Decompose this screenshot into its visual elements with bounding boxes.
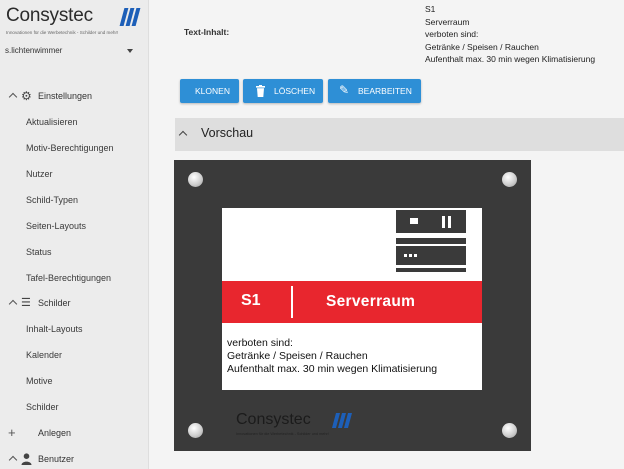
pencil-icon: ✎ <box>339 83 350 97</box>
text-content-line: Serverraum <box>425 16 470 27</box>
sign-logo-bars-icon <box>331 413 352 428</box>
chevron-up-icon <box>178 130 188 140</box>
chevron-up-icon <box>8 455 18 465</box>
delete-button[interactable]: LÖSCHEN <box>243 79 323 103</box>
nav-item-status[interactable]: Status <box>0 244 148 262</box>
sign-panel: S1 Serverraum verboten sind: Getränke / … <box>222 208 482 390</box>
chevron-up-icon <box>8 92 18 102</box>
preview-title: Vorschau <box>201 126 254 140</box>
sign-preview: S1 Serverraum verboten sind: Getränke / … <box>174 160 531 451</box>
nav-item-label: Status <box>26 247 52 257</box>
sign-logo: Consystec Innovationen für die Werbetech… <box>236 411 356 439</box>
text-content-line: verboten sind: <box>425 29 479 39</box>
screw-icon <box>188 423 203 438</box>
caret-down-icon <box>127 49 133 53</box>
nav-item-label: Inhalt-Layouts <box>26 324 83 334</box>
nav-item-label: Schild-Typen <box>26 195 79 205</box>
nav-item-tafel-berechtigungen[interactable]: Tafel-Berechtigungen <box>0 270 148 288</box>
nav-item-seiten-layouts[interactable]: Seiten-Layouts <box>0 218 148 236</box>
screw-icon <box>188 172 203 187</box>
nav-group-label: Einstellungen <box>38 91 93 101</box>
plus-icon: + <box>8 425 16 440</box>
sign-divider <box>291 286 293 318</box>
sign-room-name: Serverraum <box>326 293 416 310</box>
sign-logo-tagline: Innovationen für die Werbetechnik - Schi… <box>236 432 329 436</box>
brand-name: Consystec <box>6 5 93 26</box>
delete-button-label: LÖSCHEN <box>274 86 316 96</box>
text-content-line: Aufenthalt max. 30 min wegen Klimatisier… <box>425 54 596 64</box>
nav-item-label: Aktualisieren <box>26 117 78 127</box>
nav-group-benutzer[interactable]: Benutzer <box>0 451 148 469</box>
screw-icon <box>502 172 517 187</box>
person-icon <box>21 453 32 465</box>
sign-room-code: S1 <box>241 292 261 309</box>
sign-title-band: S1 Serverraum <box>222 281 482 323</box>
list-icon: ☰ <box>21 297 31 309</box>
sign-body-line: Aufenthalt max. 30 min wegen Klimatisier… <box>227 363 438 375</box>
nav-group-label: Schilder <box>38 298 71 308</box>
clone-button-label: KLONEN <box>195 86 230 96</box>
main-content: Text-Inhalt: S1 Serverraum verboten sind… <box>149 0 624 469</box>
chevron-up-icon <box>8 299 18 309</box>
nav-group-einstellungen[interactable]: ⚙ Einstellungen <box>0 88 148 106</box>
text-content-value: S1 Serverraum verboten sind: Getränke / … <box>425 3 595 66</box>
nav-group-anlegen[interactable]: + Anlegen <box>0 425 148 443</box>
sign-body-line: verboten sind: <box>227 337 293 349</box>
nav-item-label: Motiv-Berechtigungen <box>26 143 114 153</box>
nav-item-label: Motive <box>26 376 53 386</box>
edit-button-label: BEARBEITEN <box>358 86 412 96</box>
nav-group-label: Benutzer <box>38 454 75 464</box>
nav-group-label: Anlegen <box>38 428 72 438</box>
brand-tagline: Innovationen für die Werbetechnik - Schi… <box>6 30 119 35</box>
sign-body-line: Getränke / Speisen / Rauchen <box>227 350 368 362</box>
screw-icon <box>502 423 517 438</box>
clone-button[interactable]: KLONEN <box>180 79 239 103</box>
nav-item-label: Seiten-Layouts <box>26 221 87 231</box>
server-icon <box>396 210 466 272</box>
preview-header[interactable]: Vorschau <box>175 118 624 151</box>
gear-icon: ⚙ <box>21 89 32 103</box>
sign-body-text: verboten sind: Getränke / Speisen / Rauc… <box>227 337 481 376</box>
nav-item-label: Nutzer <box>26 169 53 179</box>
sidebar: Consystec Innovationen für die Werbetech… <box>0 0 149 469</box>
nav-item-label: Kalender <box>26 350 63 360</box>
sign-logo-name: Consystec <box>236 411 311 428</box>
nav-item-motive[interactable]: Motive <box>0 373 148 391</box>
trash-icon <box>256 85 265 97</box>
nav-item-schild-typen[interactable]: Schild-Typen <box>0 192 148 210</box>
edit-button[interactable]: ✎ BEARBEITEN <box>328 79 421 103</box>
nav-item-motiv-berechtigungen[interactable]: Motiv-Berechtigungen <box>0 140 148 158</box>
text-content-line: S1 <box>425 4 436 14</box>
user-dropdown[interactable]: s.lichtenwimmer <box>5 46 139 60</box>
nav-item-label: Tafel-Berechtigungen <box>26 273 112 283</box>
nav-item-kalender[interactable]: Kalender <box>0 347 148 365</box>
nav-item-nutzer[interactable]: Nutzer <box>0 166 148 184</box>
user-name: s.lichtenwimmer <box>5 46 63 55</box>
nav-item-label: Schilder <box>26 402 59 412</box>
text-content-label: Text-Inhalt: <box>184 27 230 37</box>
nav-item-schilder[interactable]: Schilder <box>0 399 148 417</box>
nav-group-schilder[interactable]: ☰ Schilder <box>0 295 148 313</box>
brand-logo[interactable]: Consystec Innovationen für die Werbetech… <box>6 5 146 39</box>
brand-bars-icon <box>119 8 141 26</box>
nav-item-aktualisieren[interactable]: Aktualisieren <box>0 114 148 132</box>
nav-item-inhalt-layouts[interactable]: Inhalt-Layouts <box>0 321 148 339</box>
text-content-line: Getränke / Speisen / Rauchen <box>425 41 539 52</box>
